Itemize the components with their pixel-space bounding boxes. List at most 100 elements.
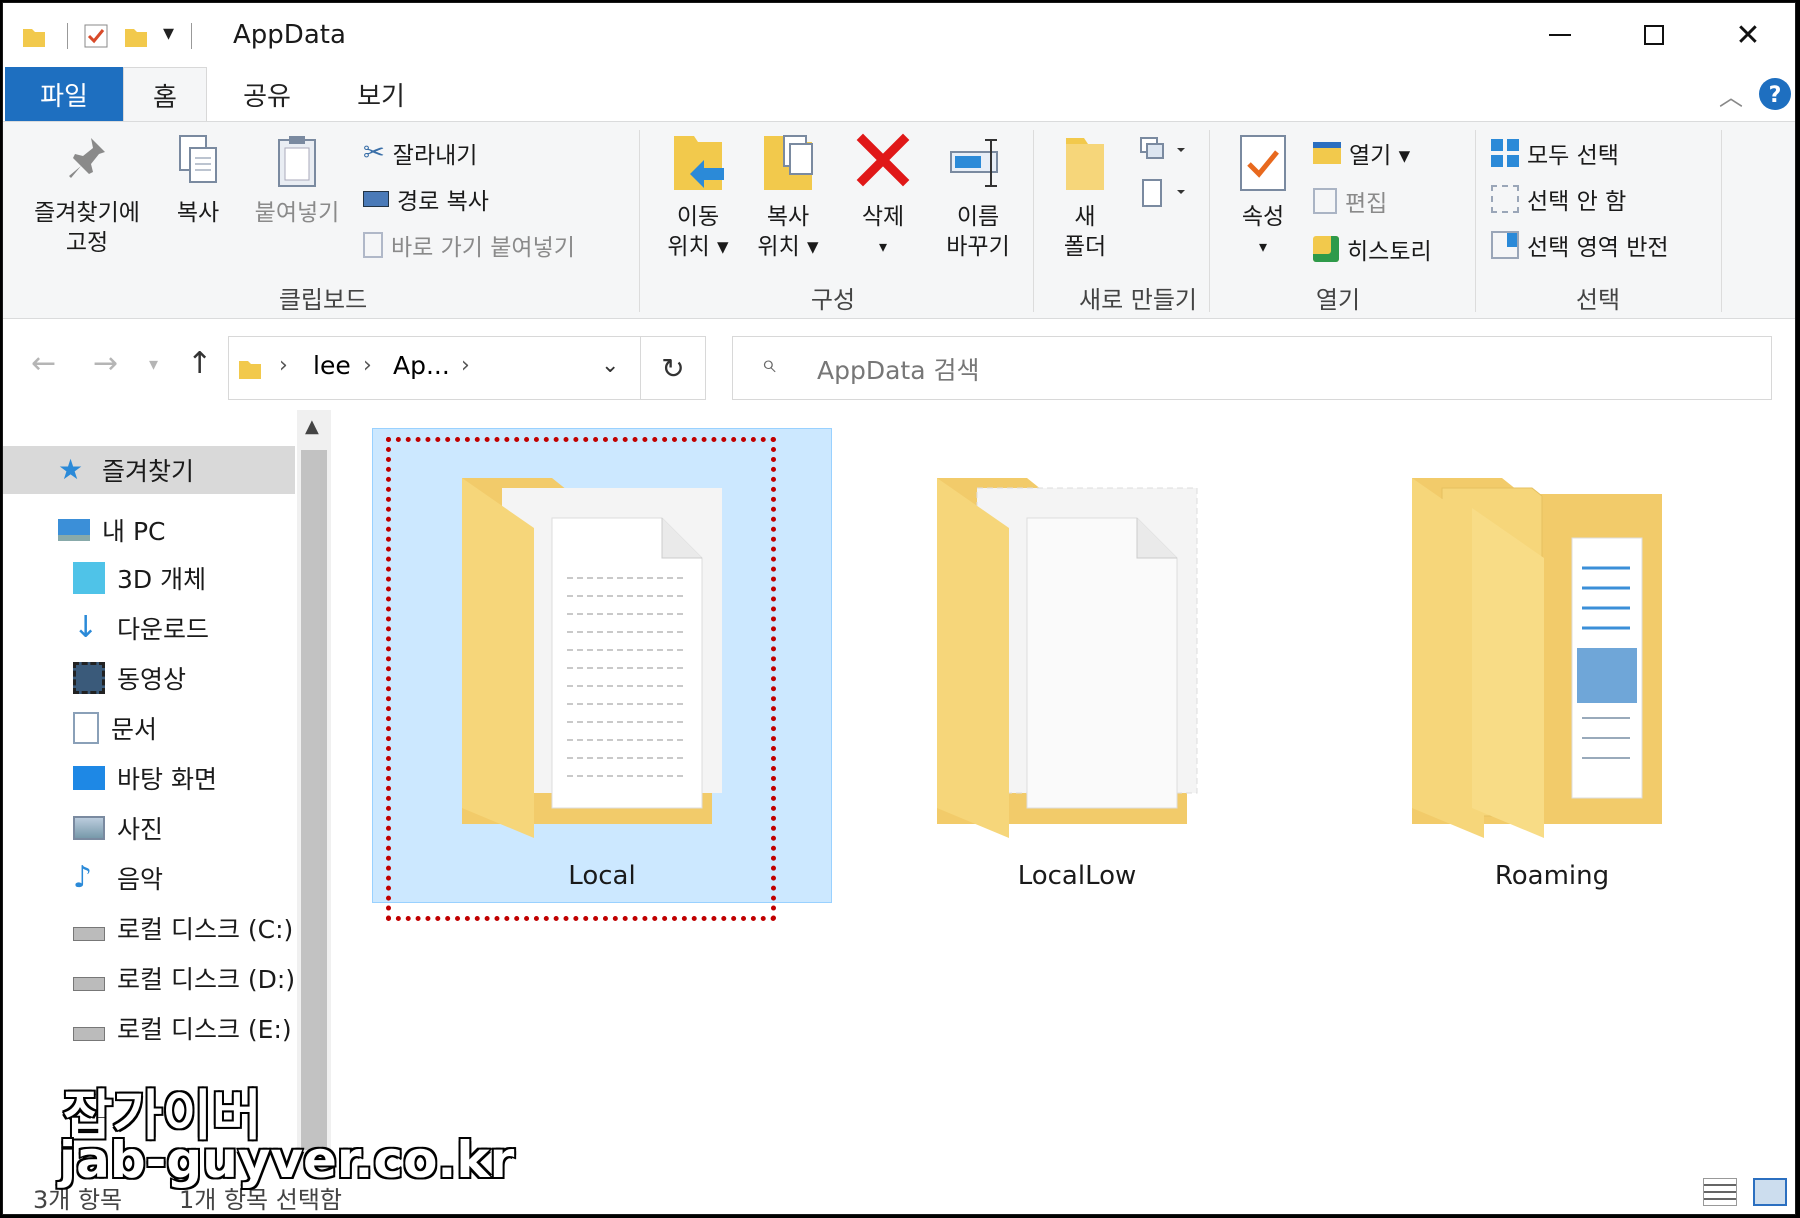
select-all-button[interactable]: 모두 선택 <box>1491 136 1619 170</box>
invert-selection-button[interactable]: 선택 영역 반전 <box>1491 228 1669 262</box>
copy-to-button[interactable]: 복사 위치 ▾ <box>743 132 833 262</box>
scroll-thumb[interactable] <box>301 450 327 1150</box>
open-label: 열기 ▾ <box>1349 143 1411 169</box>
open-button[interactable]: 열기 ▾ <box>1313 136 1410 170</box>
address-dropdown-icon[interactable]: ⌄ <box>601 353 619 378</box>
delete-label: 삭제 <box>861 204 905 230</box>
folder-item-roaming[interactable]: Roaming <box>1322 428 1782 903</box>
search-input[interactable]: AppData 검색 <box>817 351 979 387</box>
nav-label: 동영상 <box>117 665 187 694</box>
scissors-icon: ✂ <box>363 138 385 168</box>
close-button[interactable]: ✕ <box>1703 11 1793 59</box>
open-group-label: 열기 <box>1315 286 1361 314</box>
breadcrumb-lee[interactable]: lee <box>313 351 351 380</box>
copy-path-label: 경로 복사 <box>397 189 489 215</box>
nav-label: 음악 <box>117 865 164 894</box>
edit-icon <box>1313 188 1337 214</box>
cut-label: 잘라내기 <box>392 143 478 169</box>
copy-button[interactable]: 복사 <box>163 132 233 228</box>
forward-arrow-icon[interactable]: → <box>93 346 118 381</box>
nav-3d-objects[interactable]: 3D 개체 <box>3 554 295 602</box>
move-to-button[interactable]: 이동 위치 ▾ <box>653 132 743 262</box>
folder-item-local[interactable]: Local <box>372 428 832 921</box>
nav-quick-access[interactable]: ★ 즐겨찾기 <box>3 446 295 494</box>
qat-dropdown-icon[interactable]: ▾ <box>163 21 174 46</box>
ribbon: 즐겨찾기에 고정 복사 붙여넣기 ✂ 잘라내기 경로 복사 바로 가기 붙여넣기 … <box>3 121 1795 319</box>
details-view-icon[interactable] <box>1703 1178 1737 1206</box>
large-icons-view-icon[interactable] <box>1753 1178 1787 1206</box>
rename-button[interactable]: 이름 바꾸기 <box>933 132 1023 262</box>
close-icon: ✕ <box>1735 17 1761 53</box>
scroll-up-icon[interactable]: ▲ <box>305 416 319 437</box>
tab-home[interactable]: 홈 <box>123 67 207 122</box>
search-box[interactable]: ⌕ AppData 검색 <box>732 336 1772 400</box>
collapse-ribbon-icon[interactable]: ︿ <box>1719 77 1743 112</box>
paste-shortcut-button[interactable]: 바로 가기 붙여넣기 <box>363 228 575 262</box>
refresh-button[interactable]: ↻ <box>640 336 706 400</box>
up-arrow-icon[interactable]: ↑ <box>187 346 212 381</box>
nav-documents[interactable]: 문서 <box>3 704 295 752</box>
rename-icon <box>950 139 998 187</box>
nav-downloads[interactable]: ↓ 다운로드 <box>3 604 295 652</box>
folder-item-locallow[interactable]: LocalLow <box>847 428 1307 903</box>
history-label: 히스토리 <box>1347 239 1432 265</box>
nav-pictures[interactable]: 사진 <box>3 804 295 852</box>
new-group-label: 새로 만들기 <box>1078 286 1198 314</box>
new-folder-qat-icon[interactable] <box>123 23 149 49</box>
paste-button[interactable]: 붙여넣기 <box>243 132 351 228</box>
new-item-icon[interactable] <box>1137 136 1189 168</box>
select-all-label: 모두 선택 <box>1527 143 1619 169</box>
easy-access-icon[interactable] <box>1137 178 1189 210</box>
select-none-button[interactable]: 선택 안 함 <box>1491 182 1626 216</box>
tab-file[interactable]: 파일 <box>5 67 123 121</box>
separator <box>1475 130 1476 312</box>
paste-label: 붙여넣기 <box>254 200 340 226</box>
tab-share[interactable]: 공유 <box>219 67 315 121</box>
new-folder-button[interactable]: 새 폴더 <box>1047 132 1123 262</box>
copy-to-label-2: 위치 ▾ <box>757 234 819 260</box>
minimize-button[interactable] <box>1515 11 1605 59</box>
move-label-1: 이동 <box>676 204 720 230</box>
copy-path-button[interactable]: 경로 복사 <box>363 182 489 216</box>
minimize-icon <box>1549 34 1571 36</box>
address-row: ← → ▾ ↑ › lee › Ap... › ⌄ ↻ ⌕ AppData 검색 <box>3 320 1795 410</box>
separator <box>1209 130 1210 312</box>
tab-view[interactable]: 보기 <box>333 67 429 121</box>
cut-button[interactable]: ✂ 잘라내기 <box>363 136 477 170</box>
refresh-icon: ↻ <box>661 351 685 385</box>
maximize-button[interactable] <box>1609 11 1699 59</box>
new-folder-label-2: 폴더 <box>1063 234 1107 260</box>
properties-dropdown-icon[interactable]: ▾ <box>1223 232 1303 262</box>
nav-drive-e[interactable]: 로컬 디스크 (E:) <box>3 1004 295 1052</box>
nav-drive-d[interactable]: 로컬 디스크 (D:) <box>3 954 295 1002</box>
nav-music[interactable]: ♪ 음악 <box>3 854 295 902</box>
delete-button[interactable]: 삭제 ▾ <box>843 132 923 262</box>
properties-qat-icon[interactable] <box>83 23 109 49</box>
download-arrow-icon: ↓ <box>73 610 99 645</box>
3d-objects-icon <box>73 562 105 594</box>
history-button[interactable]: 히스토리 <box>1313 232 1432 266</box>
organize-group-label: 구성 <box>810 286 856 314</box>
properties-button[interactable]: 속성 ▾ <box>1223 132 1303 262</box>
ribbon-tab-bar: 파일 홈 공유 보기 ︿ ? <box>3 67 1795 122</box>
select-group-label: 선택 <box>1575 286 1621 314</box>
paste-shortcut-icon <box>363 232 383 258</box>
delete-dropdown-icon[interactable]: ▾ <box>843 232 923 262</box>
edit-button[interactable]: 편집 <box>1313 184 1387 218</box>
nav-videos[interactable]: 동영상 <box>3 654 295 702</box>
back-arrow-icon[interactable]: ← <box>31 346 56 381</box>
pin-quick-access-button[interactable]: 즐겨찾기에 고정 <box>17 132 157 258</box>
breadcrumb-appdata[interactable]: Ap... <box>393 351 450 380</box>
nav-this-pc[interactable]: 내 PC <box>3 506 295 554</box>
help-icon[interactable]: ? <box>1758 77 1792 111</box>
nav-drive-c[interactable]: 로컬 디스크 (C:) <box>3 904 295 952</box>
move-label-2: 위치 ▾ <box>667 234 729 260</box>
nav-desktop[interactable]: 바탕 화면 <box>3 754 295 802</box>
folder-name: LocalLow <box>1017 861 1137 891</box>
pin-label-2: 고정 <box>65 230 109 256</box>
drive-icon <box>73 1027 105 1041</box>
recent-locations-icon[interactable]: ▾ <box>149 354 158 375</box>
folder-icon <box>239 361 261 379</box>
nav-scrollbar[interactable]: ▲ <box>297 410 331 1170</box>
address-bar[interactable]: › lee › Ap... › ⌄ <box>228 336 706 400</box>
